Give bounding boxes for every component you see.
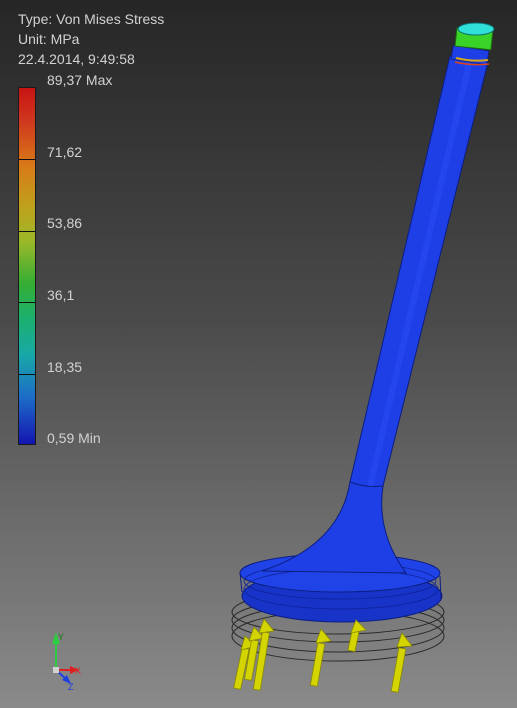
axis-label-x: X [75, 666, 81, 676]
load-arrows[interactable] [233, 618, 413, 693]
view-triad[interactable]: Y X Z [52, 632, 81, 692]
axis-label-y: Y [58, 632, 64, 642]
load-arrow-icon [390, 632, 413, 693]
stem-tip[interactable] [450, 22, 495, 66]
load-arrow-icon [309, 628, 332, 687]
valve-stem[interactable] [261, 55, 489, 574]
load-arrow-icon [347, 619, 367, 653]
axis-label-z: Z [68, 682, 74, 692]
fea-viewport[interactable]: Y X Z [0, 0, 517, 708]
